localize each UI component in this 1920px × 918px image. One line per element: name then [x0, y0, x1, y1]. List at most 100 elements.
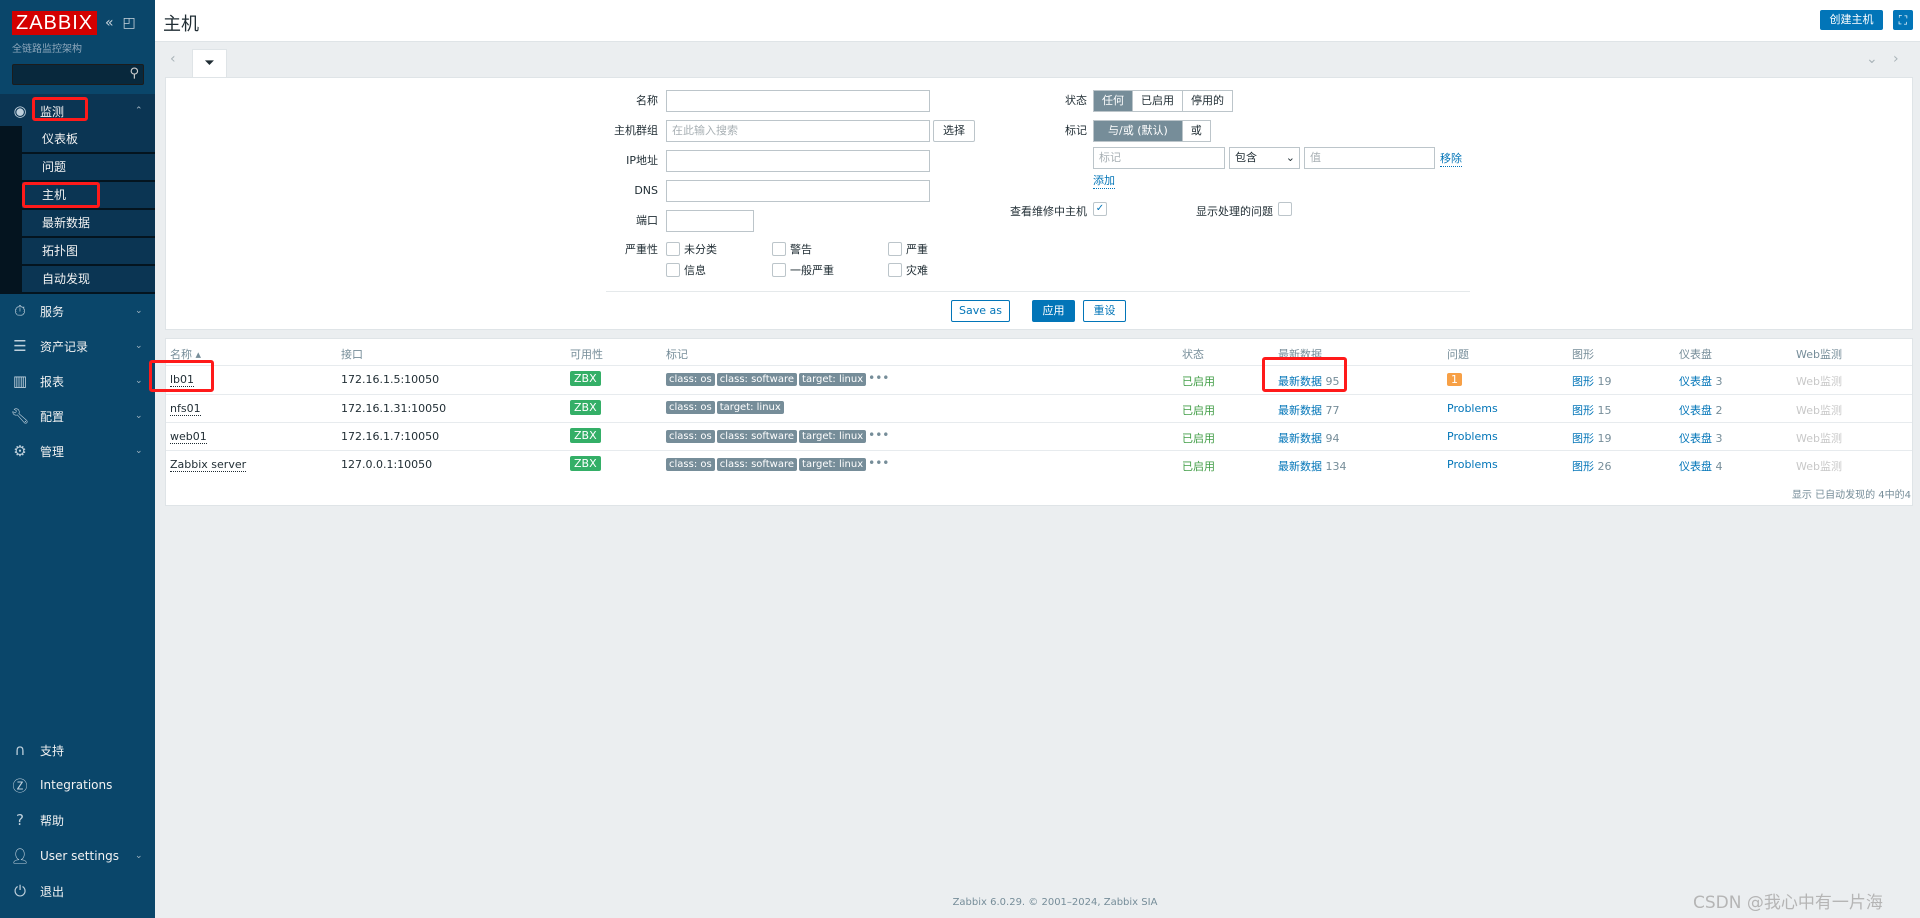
submenu-maps[interactable]: 拓扑图 [22, 238, 155, 265]
latest-data-count: 94 [1325, 432, 1340, 445]
submenu-latest-data[interactable]: 最新数据 [22, 210, 155, 237]
name-input[interactable] [666, 90, 930, 112]
dns-input[interactable] [666, 180, 930, 202]
menu-inventory[interactable]: ☰ 资产记录 ⌄ [0, 329, 155, 363]
host-status-link[interactable]: 已启用 [1182, 402, 1215, 418]
search-icon[interactable]: ⚲ [129, 66, 139, 81]
host-interface: 172.16.1.5:10050 [341, 373, 440, 386]
annotation-box [1262, 357, 1347, 392]
host-status-link[interactable]: 已启用 [1182, 458, 1215, 474]
user-icon: 👤︎ [10, 847, 30, 865]
page-title: 主机 [163, 14, 199, 35]
status-enabled[interactable]: 已启用 [1133, 91, 1183, 111]
chevron-down-icon: ⌄ [135, 341, 143, 351]
severity-option: 未分类 [684, 243, 717, 256]
tab-prev-icon[interactable]: ‹ [170, 51, 176, 67]
host-status-link[interactable]: 已启用 [1182, 430, 1215, 446]
column-status[interactable]: 状态 [1182, 346, 1204, 362]
hostgroup-input[interactable]: 在此输入搜索 [666, 120, 930, 142]
host-status-link[interactable]: 已启用 [1182, 373, 1215, 389]
maintenance-checkbox[interactable]: ✓ [1093, 202, 1107, 216]
menu-support[interactable]: ∩ 支持 [0, 733, 155, 767]
zabbix-logo[interactable]: ZABBIX [12, 11, 98, 35]
menu-integrations[interactable]: Ⓩ Integrations [0, 768, 155, 802]
tab-collapse-icon[interactable]: ⌄ [1866, 51, 1878, 67]
kiosk-icon[interactable]: ◰ [122, 15, 135, 31]
suppressed-checkbox[interactable] [1278, 202, 1292, 216]
tag-badge: class: os [666, 430, 715, 443]
monitoring-submenu: 仪表板 问题 主机 最新数据 拓扑图 自动发现 [0, 126, 155, 294]
dashboards-link[interactable]: 仪表盘 [1679, 460, 1712, 473]
sidebar-search-input[interactable]: ⚲ [12, 64, 144, 85]
more-tags-icon[interactable]: ••• [868, 371, 889, 385]
chevron-down-icon: ⌄ [135, 306, 143, 316]
latest-data-link[interactable]: 最新数据 [1278, 432, 1322, 445]
severity-checkbox[interactable] [772, 263, 786, 277]
dashboards-link[interactable]: 仪表盘 [1679, 432, 1712, 445]
more-tags-icon[interactable]: ••• [868, 428, 889, 442]
tag-mode-and-or[interactable]: 与/或 (默认) [1094, 121, 1183, 141]
table-row: nfs01 172.16.1.31:10050 ZBX class: os tar… [166, 394, 1912, 422]
create-host-button[interactable]: 创建主机 [1820, 10, 1883, 30]
add-tag-link[interactable]: 添加 [1093, 172, 1115, 189]
menu-services[interactable]: ⏱ 服务 ⌄ [0, 294, 155, 328]
tag-mode-or[interactable]: 或 [1183, 121, 1210, 141]
suppressed-label: 显示处理的问题 [1196, 205, 1273, 218]
menu-administration[interactable]: ⚙ 管理 ⌄ [0, 434, 155, 468]
latest-data-count: 134 [1325, 460, 1347, 473]
table-row: lb01 172.16.1.5:10050 ZBX class: os class… [166, 365, 1912, 393]
graphs-link[interactable]: 图形 [1572, 404, 1594, 417]
filter-tab[interactable]: ⏷ [192, 49, 227, 78]
menu-help[interactable]: ? 帮助 [0, 803, 155, 837]
severity-option: 一般严重 [790, 264, 834, 277]
problems-link[interactable]: Problems [1447, 458, 1498, 471]
collapse-icon[interactable]: « [105, 15, 114, 31]
save-as-button[interactable]: Save as [951, 300, 1010, 322]
dns-label: DNS [634, 184, 658, 197]
latest-data-link[interactable]: 最新数据 [1278, 404, 1322, 417]
severity-checkbox[interactable] [888, 242, 902, 256]
footer: Zabbix 6.0.29. © 2001–2024, Zabbix SIA [952, 897, 1158, 908]
tag-value-input[interactable]: 值 [1304, 147, 1435, 169]
graphs-link[interactable]: 图形 [1572, 375, 1594, 388]
submenu-problems[interactable]: 问题 [22, 154, 155, 181]
graphs-link[interactable]: 图形 [1572, 460, 1594, 473]
tab-next-icon[interactable]: › [1893, 51, 1899, 67]
status-any[interactable]: 任何 [1094, 91, 1133, 111]
tag-badge: class: os [666, 373, 715, 386]
remove-tag-link[interactable]: 移除 [1440, 150, 1462, 167]
submenu-dashboard[interactable]: 仪表板 [22, 126, 155, 153]
menu-user-settings[interactable]: 👤︎ User settings ⌄ [0, 839, 155, 873]
status-label: 状态 [1065, 94, 1087, 107]
dashboards-link[interactable]: 仪表盘 [1679, 404, 1712, 417]
host-name-link[interactable]: nfs01 [170, 402, 201, 416]
status-disabled[interactable]: 停用的 [1183, 91, 1232, 111]
fullscreen-icon[interactable]: ⛶ [1893, 10, 1913, 30]
severity-checkbox[interactable] [772, 242, 786, 256]
tags-label: 标记 [1065, 124, 1087, 137]
latest-data-link[interactable]: 最新数据 [1278, 460, 1322, 473]
reset-button[interactable]: 重设 [1083, 300, 1126, 322]
severity-checkbox[interactable] [666, 242, 680, 256]
menu-reports[interactable]: ▥ 报表 ⌄ [0, 364, 155, 398]
problems-link[interactable]: Problems [1447, 402, 1498, 415]
host-name-link[interactable]: Zabbix server [170, 458, 247, 472]
latest-data-count: 77 [1325, 404, 1340, 417]
menu-configuration[interactable]: 🔧︎ 配置 ⌄ [0, 399, 155, 433]
problem-count-badge[interactable]: 1 [1447, 373, 1462, 386]
ip-input[interactable] [666, 150, 930, 172]
problems-link[interactable]: Problems [1447, 430, 1498, 443]
tag-name-input[interactable]: 标记 [1093, 147, 1225, 169]
port-input[interactable] [666, 210, 754, 232]
tag-operator-select[interactable]: 包含 ⌄ [1229, 147, 1300, 169]
apply-button[interactable]: 应用 [1032, 300, 1075, 322]
dashboards-link[interactable]: 仪表盘 [1679, 375, 1712, 388]
severity-option: 信息 [684, 264, 706, 277]
more-tags-icon[interactable]: ••• [868, 456, 889, 470]
severity-checkbox[interactable] [666, 263, 680, 277]
submenu-discovery[interactable]: 自动发现 [22, 266, 155, 293]
severity-checkbox[interactable] [888, 263, 902, 277]
graphs-link[interactable]: 图形 [1572, 432, 1594, 445]
host-name-link[interactable]: web01 [170, 430, 207, 444]
graphs-count: 26 [1597, 460, 1612, 473]
